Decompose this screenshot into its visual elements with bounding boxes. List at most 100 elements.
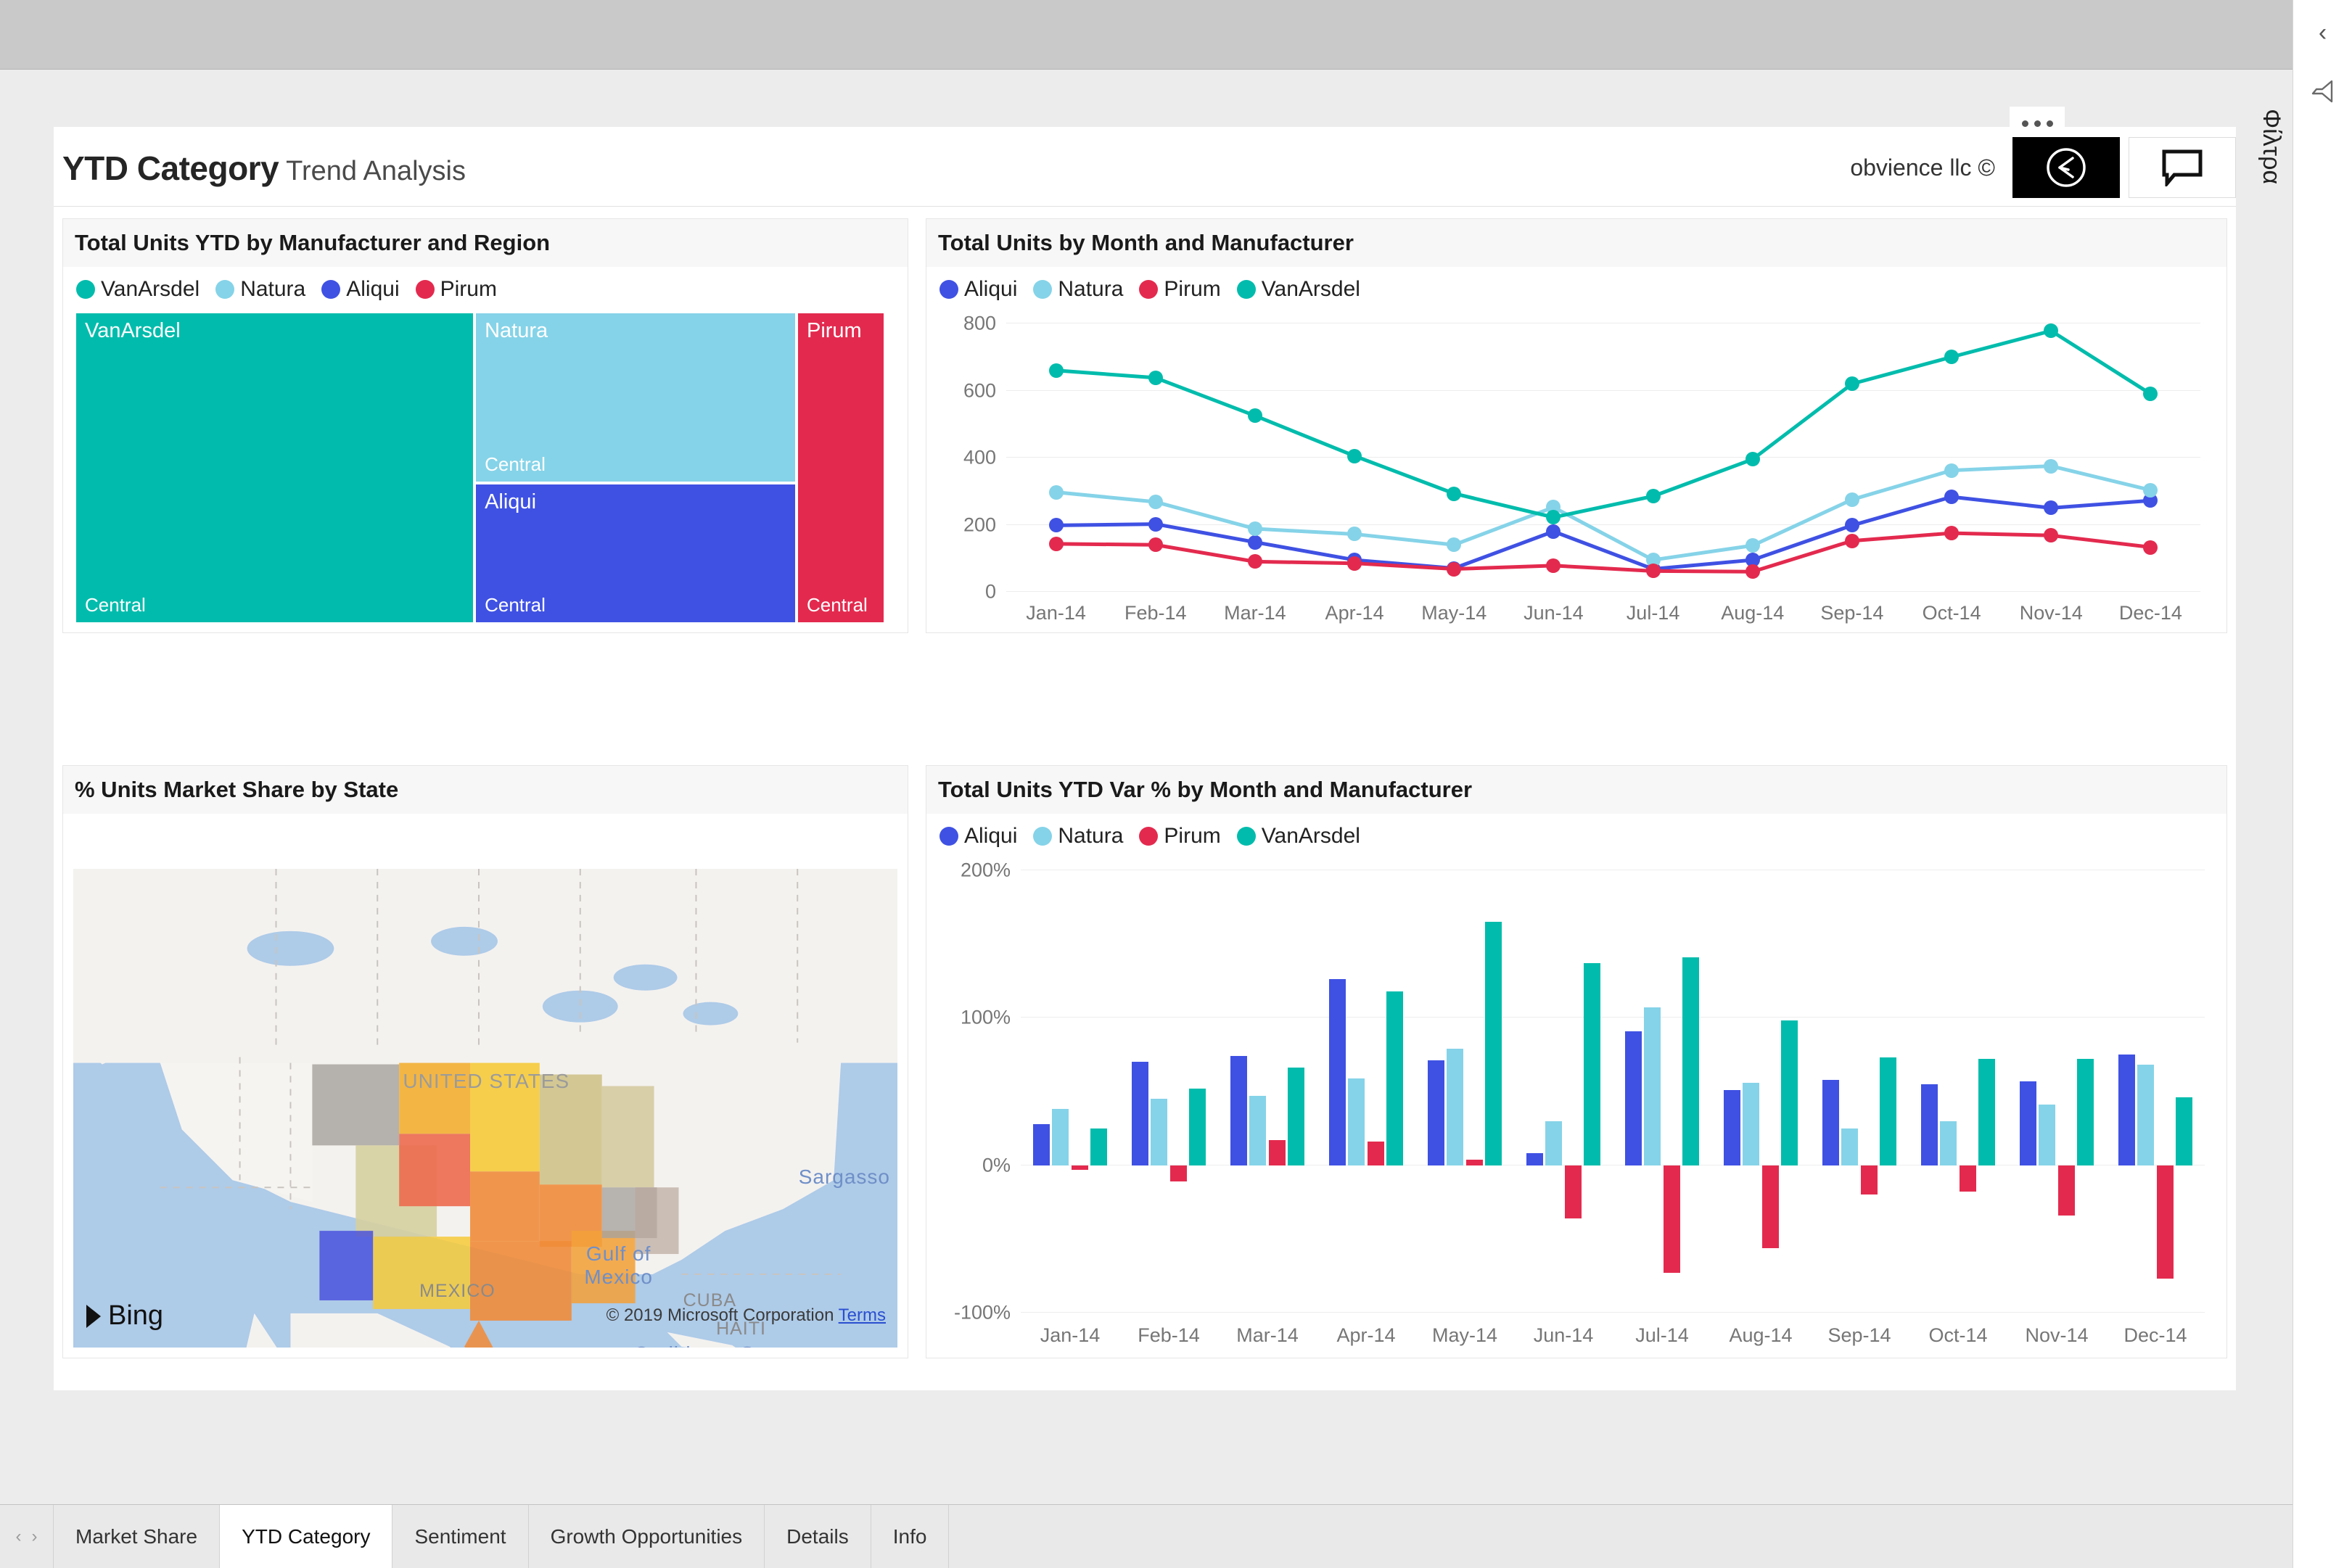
bar-aliqui[interactable] <box>1328 979 1346 1165</box>
line-marker-natura[interactable] <box>1844 492 1859 507</box>
bar-pirum[interactable] <box>1761 1165 1779 1248</box>
more-options-icon[interactable] <box>2010 107 2065 140</box>
bar-aliqui[interactable] <box>1131 1062 1148 1165</box>
line-marker-vanarsdel[interactable] <box>2044 323 2059 339</box>
line-chart-plot[interactable]: 0 200 400 600 800 Jan-14 Feb-14 Mar-14 Apr-14 May… <box>963 313 2200 624</box>
line-marker-aliqui[interactable] <box>2044 500 2059 516</box>
visual-map[interactable]: % Units Market Share by State UNITED STA… <box>62 765 908 1358</box>
line-marker-pirum[interactable] <box>1447 561 1462 577</box>
tab-market-share[interactable]: Market Share <box>54 1505 221 1568</box>
line-marker-natura[interactable] <box>2044 458 2059 474</box>
line-marker-pirum[interactable] <box>2143 540 2158 555</box>
tab-growth-opportunities[interactable]: Growth Opportunities <box>529 1505 765 1568</box>
bar-natura[interactable] <box>1545 1121 1563 1165</box>
bar-natura[interactable] <box>1151 1099 1168 1165</box>
legend-item-natura[interactable]: Natura <box>215 277 305 302</box>
line-marker-pirum[interactable] <box>2044 528 2059 543</box>
legend-item-aliqui[interactable]: Aliqui <box>321 277 400 302</box>
page-tab-bar[interactable]: ‹ › Market Share YTD Category Sentiment Gro… <box>0 1504 2293 1568</box>
bar-natura[interactable] <box>1841 1128 1859 1165</box>
legend-item-vanarsdel[interactable]: VanArsdel <box>1236 277 1360 302</box>
legend-item-pirum[interactable]: Pirum <box>415 277 497 302</box>
map-plot[interactable]: UNITED STATES Gulf of Mexico MEXICO CUBA … <box>73 869 897 1348</box>
line-marker-vanarsdel[interactable] <box>1347 448 1362 463</box>
treemap-cell-vanarsdel[interactable]: VanArsdel Central <box>76 313 474 622</box>
bar-natura[interactable] <box>2137 1065 2155 1165</box>
bar-pirum[interactable] <box>2156 1165 2174 1279</box>
line-marker-pirum[interactable] <box>1645 564 1661 579</box>
line-marker-natura[interactable] <box>1148 495 1163 510</box>
line-series-vanarsdel[interactable] <box>1056 331 2151 517</box>
filter-pane-rail[interactable]: ‹ Φίλτρα <box>2257 0 2352 1568</box>
visual-treemap[interactable]: Total Units YTD by Manufacturer and Regi… <box>62 218 908 633</box>
bar-aliqui[interactable] <box>1822 1079 1839 1165</box>
line-marker-pirum[interactable] <box>1148 537 1163 553</box>
line-marker-natura[interactable] <box>1347 527 1362 542</box>
line-marker-natura[interactable] <box>2143 482 2158 498</box>
legend-item-aliqui[interactable]: Aliqui <box>939 824 1017 849</box>
line-marker-aliqui[interactable] <box>1944 490 1960 505</box>
line-marker-natura[interactable] <box>1447 537 1462 553</box>
bar-aliqui[interactable] <box>1526 1153 1543 1165</box>
line-marker-pirum[interactable] <box>1247 554 1262 569</box>
line-marker-vanarsdel[interactable] <box>2143 387 2158 402</box>
bing-logo[interactable]: Bing <box>86 1300 163 1332</box>
comments-button[interactable] <box>2129 137 2236 198</box>
bar-pirum[interactable] <box>1860 1165 1878 1195</box>
legend-item-natura[interactable]: Natura <box>1033 277 1123 302</box>
bar-aliqui[interactable] <box>2019 1081 2036 1165</box>
bar-natura[interactable] <box>1249 1096 1267 1165</box>
bar-vanarsdel[interactable] <box>1090 1128 1108 1165</box>
line-marker-vanarsdel[interactable] <box>1148 370 1163 385</box>
line-marker-vanarsdel[interactable] <box>1048 363 1064 378</box>
line-marker-aliqui[interactable] <box>1247 535 1262 550</box>
bar-natura[interactable] <box>1052 1109 1069 1165</box>
bar-chart-plot[interactable]: -100% 0% 100% 200% Jan-14 Feb-14 Mar-14 Apr-14 M… <box>954 859 2205 1346</box>
bar-pirum[interactable] <box>1169 1165 1187 1182</box>
bar-pirum[interactable] <box>1959 1165 1976 1192</box>
bar-vanarsdel[interactable] <box>1781 1020 1798 1165</box>
line-marker-aliqui[interactable] <box>1844 518 1859 533</box>
line-marker-pirum[interactable] <box>1745 564 1760 579</box>
bar-vanarsdel[interactable] <box>1880 1057 1897 1165</box>
line-marker-vanarsdel[interactable] <box>1844 376 1859 392</box>
bar-vanarsdel[interactable] <box>1189 1088 1206 1165</box>
legend-item-pirum[interactable]: Pirum <box>1139 824 1221 849</box>
tab-prev-icon[interactable]: ‹ <box>16 1527 22 1547</box>
line-marker-aliqui[interactable] <box>1546 524 1561 539</box>
visual-line-chart[interactable]: Total Units by Month and Manufacturer Al… <box>926 218 2227 633</box>
line-marker-vanarsdel[interactable] <box>1944 350 1960 365</box>
bar-vanarsdel[interactable] <box>1288 1068 1305 1165</box>
chevron-left-icon[interactable]: ‹ <box>2319 19 2327 47</box>
treemap-plot[interactable]: VanArsdel Central Natura Central Aliqui Centr… <box>76 313 895 622</box>
bar-natura[interactable] <box>1940 1121 1957 1165</box>
treemap-cell-aliqui[interactable]: Aliqui Central <box>476 484 795 622</box>
tab-nav-arrows[interactable]: ‹ › <box>0 1505 54 1568</box>
bar-natura[interactable] <box>1743 1082 1760 1165</box>
line-marker-natura[interactable] <box>1944 463 1960 478</box>
tab-sentiment[interactable]: Sentiment <box>392 1505 529 1568</box>
bar-vanarsdel[interactable] <box>1485 922 1502 1165</box>
map-terms-link[interactable]: Terms <box>839 1305 886 1325</box>
line-marker-natura[interactable] <box>1745 538 1760 553</box>
bar-aliqui[interactable] <box>1427 1060 1444 1165</box>
obvience-logo-tile[interactable] <box>2012 137 2120 198</box>
line-marker-natura[interactable] <box>1247 521 1262 537</box>
bar-aliqui[interactable] <box>2118 1055 2135 1165</box>
bar-pirum[interactable] <box>1268 1140 1286 1165</box>
legend-item-aliqui[interactable]: Aliqui <box>939 277 1017 302</box>
line-marker-vanarsdel[interactable] <box>1546 510 1561 525</box>
line-marker-vanarsdel[interactable] <box>1745 452 1760 467</box>
bar-pirum[interactable] <box>1465 1159 1483 1165</box>
bar-aliqui[interactable] <box>1624 1031 1642 1165</box>
tab-info[interactable]: Info <box>871 1505 950 1568</box>
bar-vanarsdel[interactable] <box>2077 1059 2094 1165</box>
bar-natura[interactable] <box>1447 1049 1464 1165</box>
line-series-natura[interactable] <box>1056 466 2151 560</box>
line-marker-pirum[interactable] <box>1347 556 1362 571</box>
line-marker-vanarsdel[interactable] <box>1645 489 1661 504</box>
bar-pirum[interactable] <box>1367 1142 1384 1165</box>
legend-item-vanarsdel[interactable]: VanArsdel <box>76 277 200 302</box>
bar-natura[interactable] <box>1644 1007 1661 1165</box>
treemap-cell-pirum[interactable]: Pirum Central <box>797 313 884 622</box>
